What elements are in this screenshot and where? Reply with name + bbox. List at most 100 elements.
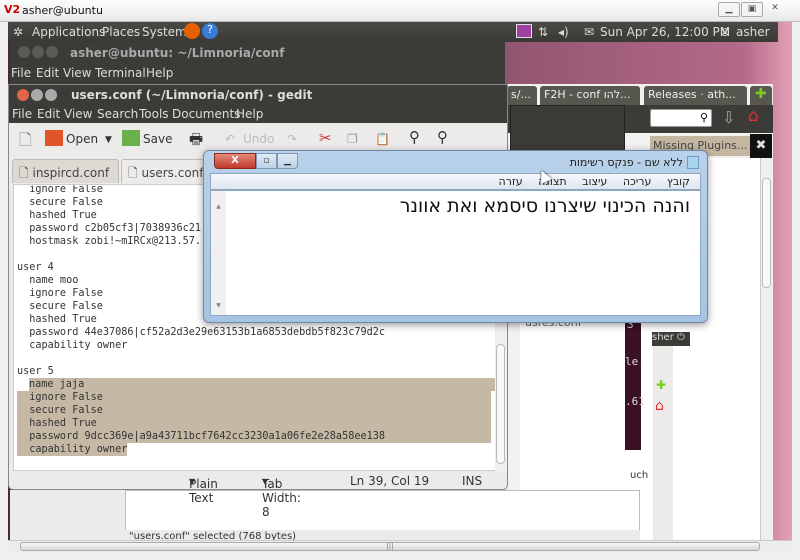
home-icon[interactable]: ⌂ bbox=[655, 398, 664, 414]
vertical-scrollbar[interactable]: ▲ ▼ bbox=[211, 191, 226, 315]
code-line: password c2b05cf3|7038936c21 bbox=[17, 223, 202, 234]
tab-users-conf[interactable]: 🗋 users.conf ✖ bbox=[121, 159, 211, 199]
code-line: hashed True bbox=[17, 417, 491, 430]
find-icon[interactable]: ⚲ bbox=[409, 128, 420, 146]
menu-file[interactable]: File bbox=[11, 66, 31, 80]
menu-file[interactable]: File bbox=[12, 107, 32, 121]
code-line: ignore False bbox=[17, 391, 491, 404]
menu-help[interactable]: Help bbox=[236, 107, 263, 121]
menu-tools[interactable]: Tools bbox=[139, 107, 169, 121]
new-tab-button[interactable]: ✚ bbox=[750, 86, 772, 105]
menu-edit[interactable]: Edit bbox=[36, 66, 59, 80]
minimize-button[interactable]: ▁ bbox=[277, 153, 298, 169]
menu-view[interactable]: View bbox=[63, 66, 91, 80]
close-button[interactable]: X bbox=[214, 153, 256, 169]
menu-format[interactable]: עיצוב bbox=[582, 175, 607, 188]
help-icon[interactable]: ? bbox=[202, 23, 218, 39]
close-button[interactable] bbox=[17, 89, 29, 101]
code-line: hostmask zobi!~mIRCx@213.57. bbox=[17, 236, 202, 247]
volume-icon[interactable]: ◂) bbox=[558, 25, 569, 39]
search-icon: ⚲ bbox=[699, 111, 708, 124]
network-icon[interactable]: ⇅ bbox=[538, 25, 548, 39]
menu-documents[interactable]: Documents bbox=[172, 107, 240, 121]
menu-edit[interactable]: עריכה bbox=[623, 175, 652, 188]
undo-icon: ↶ bbox=[225, 132, 236, 146]
open-icon bbox=[45, 130, 63, 146]
power-icon[interactable]: ⏻ bbox=[677, 332, 685, 343]
code-line: password 9dcc369e|a9a43711bcf7642cc3230a… bbox=[17, 430, 491, 443]
notepad-title: ללא שם - פנקס רשימות bbox=[569, 156, 683, 169]
maximize-button[interactable] bbox=[46, 46, 58, 58]
gedit-title: users.conf (~/Limnoria/conf) - gedit bbox=[71, 88, 313, 102]
firefox-tab[interactable]: Releases · ath... bbox=[644, 86, 747, 105]
menu-help[interactable]: Help bbox=[146, 66, 173, 80]
file-icon: 🗋 bbox=[128, 166, 138, 180]
print-icon[interactable]: 🖶 bbox=[189, 129, 203, 154]
user-menu[interactable]: asher bbox=[736, 25, 770, 39]
tab-label: inspircd.conf bbox=[32, 166, 110, 180]
firefox-tab[interactable]: s/... bbox=[507, 86, 537, 105]
code-line: name jaja bbox=[29, 378, 498, 391]
search-input[interactable]: ⚲ bbox=[650, 109, 712, 127]
maximize-button[interactable]: ▣ bbox=[741, 2, 763, 17]
cut-icon[interactable]: ✂ bbox=[319, 129, 332, 147]
code-line: user 5 bbox=[17, 366, 54, 377]
menu-file[interactable]: קובץ bbox=[667, 175, 690, 188]
menu-places[interactable]: Places bbox=[102, 25, 140, 39]
open-button[interactable]: Open bbox=[66, 132, 98, 146]
paste-icon[interactable]: 📋 bbox=[375, 132, 390, 146]
code-line: capability owner bbox=[17, 340, 128, 351]
menu-applications[interactable]: Applications bbox=[32, 25, 105, 39]
undo-button[interactable]: Undo bbox=[243, 132, 274, 146]
maximize-button[interactable] bbox=[45, 89, 57, 101]
notepad-window: X ▫ ▁ ללא שם - פנקס רשימות קובץ עריכה עי… bbox=[203, 150, 708, 323]
workspace-icon[interactable] bbox=[516, 24, 532, 38]
menu-help[interactable]: עזרה bbox=[499, 175, 523, 188]
nautilus-sidebar bbox=[10, 490, 125, 540]
menu-edit[interactable]: Edit bbox=[37, 107, 60, 121]
copy-icon[interactable]: ❐ bbox=[347, 132, 358, 146]
code-line: capability owner bbox=[17, 443, 128, 456]
code-line: password 44e37086|cf52a2d3e29e63153b1a68… bbox=[17, 327, 386, 338]
menu-system[interactable]: System bbox=[142, 25, 187, 39]
code-line: name moo bbox=[17, 275, 79, 286]
ubuntu-logo-icon: ✲ bbox=[13, 25, 24, 39]
menu-search[interactable]: Search bbox=[97, 107, 138, 121]
minimize-button[interactable] bbox=[32, 46, 44, 58]
notepad-text-area[interactable]: ▲ ▼ והנה הכינוי שיצרנו סיסמא ואת אוונר bbox=[210, 190, 701, 316]
open-dropdown-icon[interactable]: ▼ bbox=[105, 135, 112, 145]
close-button[interactable] bbox=[18, 46, 30, 58]
save-icon bbox=[122, 130, 140, 146]
tab-width-selector[interactable]: Tab Width: 8 ▾ bbox=[262, 474, 301, 519]
new-tab-button[interactable]: ✚ bbox=[656, 378, 666, 392]
close-button[interactable]: ✕ bbox=[764, 2, 786, 17]
replace-icon[interactable]: ⚲ bbox=[437, 128, 448, 146]
minimize-button[interactable]: ▁ bbox=[718, 2, 740, 17]
maximize-button[interactable]: ▫ bbox=[256, 153, 277, 169]
home-icon[interactable]: ⌂ bbox=[748, 106, 759, 126]
redo-icon[interactable]: ↷ bbox=[287, 132, 297, 146]
terminal-text: le. bbox=[625, 355, 645, 368]
menu-terminal[interactable]: Terminal bbox=[95, 66, 146, 80]
scrollbar-thumb[interactable]: ||| bbox=[20, 542, 760, 551]
tab-inspircd-conf[interactable]: 🗋 inspircd.conf ✖ bbox=[12, 159, 119, 199]
code-line: ignore False bbox=[17, 184, 103, 195]
clock[interactable]: Sun Apr 26, 12:00 PM bbox=[600, 25, 730, 39]
mail-icon[interactable]: ✉ bbox=[584, 25, 594, 39]
notepad-icon bbox=[687, 156, 699, 169]
code-line: hashed True bbox=[17, 210, 97, 221]
close-icon[interactable]: ✖ bbox=[750, 134, 772, 158]
new-document-icon[interactable]: 🗋 bbox=[19, 129, 32, 156]
download-icon[interactable]: ⇩ bbox=[722, 108, 735, 127]
minimize-button[interactable] bbox=[31, 89, 43, 101]
vertical-scrollbar[interactable] bbox=[760, 158, 772, 540]
code-line: hashed True bbox=[17, 314, 97, 325]
gedit-menubar: File Edit View Search Tools Documents He… bbox=[9, 105, 507, 123]
firefox-tab[interactable]: F2H - conf להו... bbox=[540, 86, 640, 105]
gedit-statusbar: Plain Text ▾ Tab Width: 8 ▾ Ln 39, Col 1… bbox=[9, 471, 507, 519]
language-selector[interactable]: Plain Text ▾ bbox=[189, 474, 218, 505]
menu-view[interactable]: View bbox=[64, 107, 92, 121]
save-button[interactable]: Save bbox=[143, 132, 172, 146]
notepad-text: והנה הכינוי שיצרנו סיסמא ואת אוונר bbox=[399, 195, 690, 217]
firefox-icon[interactable] bbox=[184, 23, 200, 39]
